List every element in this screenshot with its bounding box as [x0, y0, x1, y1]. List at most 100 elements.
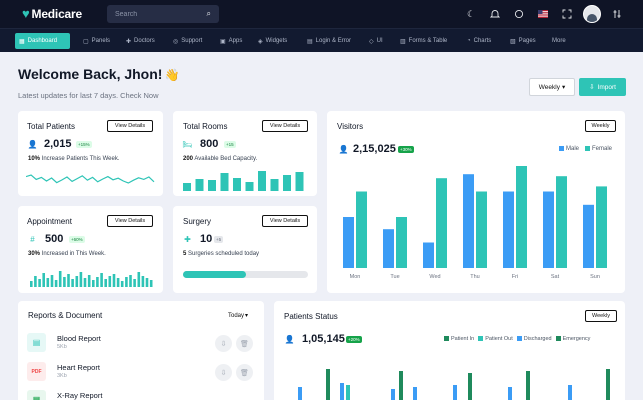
doc-icon: ▤: [27, 333, 46, 352]
mini-bar: [50, 275, 54, 287]
mini-bar: [141, 276, 145, 287]
stat-badge: +30%: [398, 146, 414, 153]
nav-item-apps[interactable]: ▣ Apps: [216, 33, 246, 49]
nav-item-dashboard[interactable]: ▦ Dashboard: [15, 33, 70, 49]
mini-bar: [96, 277, 99, 287]
status-bar: [340, 383, 344, 400]
mini-bar: [108, 276, 112, 287]
stat-badge: +5: [214, 236, 224, 243]
page-subtitle: Latest updates for last 7 days. Check No…: [18, 91, 159, 100]
mini-bar: [137, 272, 141, 287]
visitors-bar-male: [463, 174, 474, 268]
status-bar: [413, 387, 417, 400]
app-logo[interactable]: ♥ Medicare: [22, 7, 82, 21]
patients-status-card: Patients Status Weekly 👤 1,05,145 +20% P…: [274, 301, 625, 400]
mini-bar: [30, 281, 33, 287]
stat-value: 1,05,145: [302, 333, 345, 345]
lock-icon: ▤: [307, 38, 313, 45]
visitors-bar-chart: Mon Tue Wed Thu Fri Sat Sun: [343, 166, 607, 280]
search-icon[interactable]: ⌕: [207, 9, 211, 19]
nav-item-charts[interactable]: ◔ Charts: [463, 33, 495, 49]
apps-icon: ▣: [220, 38, 226, 45]
status-bar: [453, 385, 457, 400]
nav-item-more[interactable]: More: [548, 33, 570, 49]
status-bar: [508, 387, 512, 400]
document-item[interactable]: PDF Heart Report 3Kb ⇩ 🗑: [27, 362, 257, 383]
rooms-bar-chart: [183, 171, 304, 191]
nav-item-pages[interactable]: ▧ Pages: [506, 33, 540, 49]
patients-sparkline: [26, 174, 155, 184]
weekly-dropdown[interactable]: Weekly ▾: [529, 78, 575, 96]
visitors-bar-female: [476, 191, 487, 268]
view-details-button[interactable]: View Details: [262, 120, 308, 132]
download-icon[interactable]: ⇩: [215, 364, 232, 381]
visitors-bar-female: [436, 178, 447, 268]
stat-note: 5 Surgeries scheduled today: [183, 251, 260, 257]
mini-bar: [71, 279, 74, 287]
top-bar: ♥ Medicare ⌕ ☾: [0, 0, 643, 28]
flag-icon[interactable]: [531, 5, 555, 23]
weekly-dropdown[interactable]: Weekly: [585, 310, 617, 322]
visitors-bar-male: [343, 217, 354, 268]
nav-item-forms-table[interactable]: ▥ Forms & Table: [396, 33, 451, 49]
import-icon: ⇩: [589, 84, 595, 91]
search-input[interactable]: [115, 10, 195, 18]
stat-note: 200 Available Bed Capacity.: [183, 156, 258, 162]
pdf-icon: PDF: [27, 362, 46, 381]
chat-icon[interactable]: [507, 5, 531, 23]
status-bar: [606, 369, 610, 400]
document-item[interactable]: ▤ Blood Report 5Kb ⇩ 🗑: [27, 333, 257, 354]
stat-value: 10: [200, 233, 213, 245]
mini-bar: [83, 278, 87, 287]
visitors-bar-male: [543, 191, 554, 268]
view-details-button[interactable]: View Details: [107, 215, 153, 227]
search-box[interactable]: ⌕: [107, 5, 219, 23]
nav-item-doctors[interactable]: ✚ Doctors: [122, 33, 159, 49]
stat-value: 2,015: [44, 138, 72, 150]
doctor-icon: ✚: [126, 38, 132, 45]
card-title: Appointment: [27, 217, 72, 226]
mini-bar: [195, 179, 204, 191]
chevron-down-icon: ▾: [245, 313, 249, 319]
avatar[interactable]: [583, 5, 601, 23]
page-title: Welcome Back, Jhon! 👋: [18, 66, 180, 82]
legend-male: Male: [559, 146, 579, 152]
surgery-progress-track: [183, 271, 308, 278]
nav-item-panels[interactable]: ▢ Panels: [79, 33, 114, 49]
stat-badge: +60%: [69, 236, 85, 243]
import-button[interactable]: ⇩ Import: [579, 78, 626, 96]
mini-bar: [54, 280, 58, 287]
mini-bar: [38, 279, 41, 287]
fullscreen-icon[interactable]: [555, 5, 579, 23]
bell-icon[interactable]: [483, 5, 507, 23]
document-item[interactable]: ▦ X-Ray Report: [27, 390, 257, 400]
settings-sliders-icon[interactable]: [605, 5, 629, 23]
patients-status-bar-chart: [298, 369, 610, 400]
nav-item-widgets[interactable]: ◈ Widgets: [254, 33, 291, 49]
mini-bar: [116, 278, 120, 287]
view-details-button[interactable]: View Details: [107, 120, 153, 132]
stat-badge: +20%: [346, 336, 362, 343]
weekly-dropdown[interactable]: Weekly: [585, 120, 616, 132]
nav-item-ui[interactable]: ◇ UI: [365, 33, 387, 49]
visitors-bar-female: [556, 176, 567, 268]
x-axis-tick-label: Fri: [512, 274, 518, 280]
x-axis-tick-label: Mon: [350, 274, 361, 280]
mini-bar: [208, 180, 216, 191]
nav-item-login-error[interactable]: ▤ Login & Error: [303, 33, 355, 49]
nav-item-support[interactable]: ◎ Support: [169, 33, 206, 49]
mini-bar: [125, 277, 128, 287]
mini-bar: [112, 274, 116, 287]
heart-logo-icon: ♥: [22, 6, 30, 21]
today-dropdown[interactable]: Today▾: [228, 312, 248, 319]
mini-bar: [63, 277, 66, 287]
trash-icon[interactable]: 🗑: [236, 335, 253, 352]
mini-bar: [233, 178, 241, 191]
chart-icon: ◔: [467, 38, 471, 44]
trash-icon[interactable]: 🗑: [236, 364, 253, 381]
visitors-bar-female: [596, 186, 607, 268]
mini-bar: [42, 273, 45, 287]
download-icon[interactable]: ⇩: [215, 335, 232, 352]
view-details-button[interactable]: View Details: [262, 215, 308, 227]
moon-icon[interactable]: ☾: [459, 5, 483, 23]
